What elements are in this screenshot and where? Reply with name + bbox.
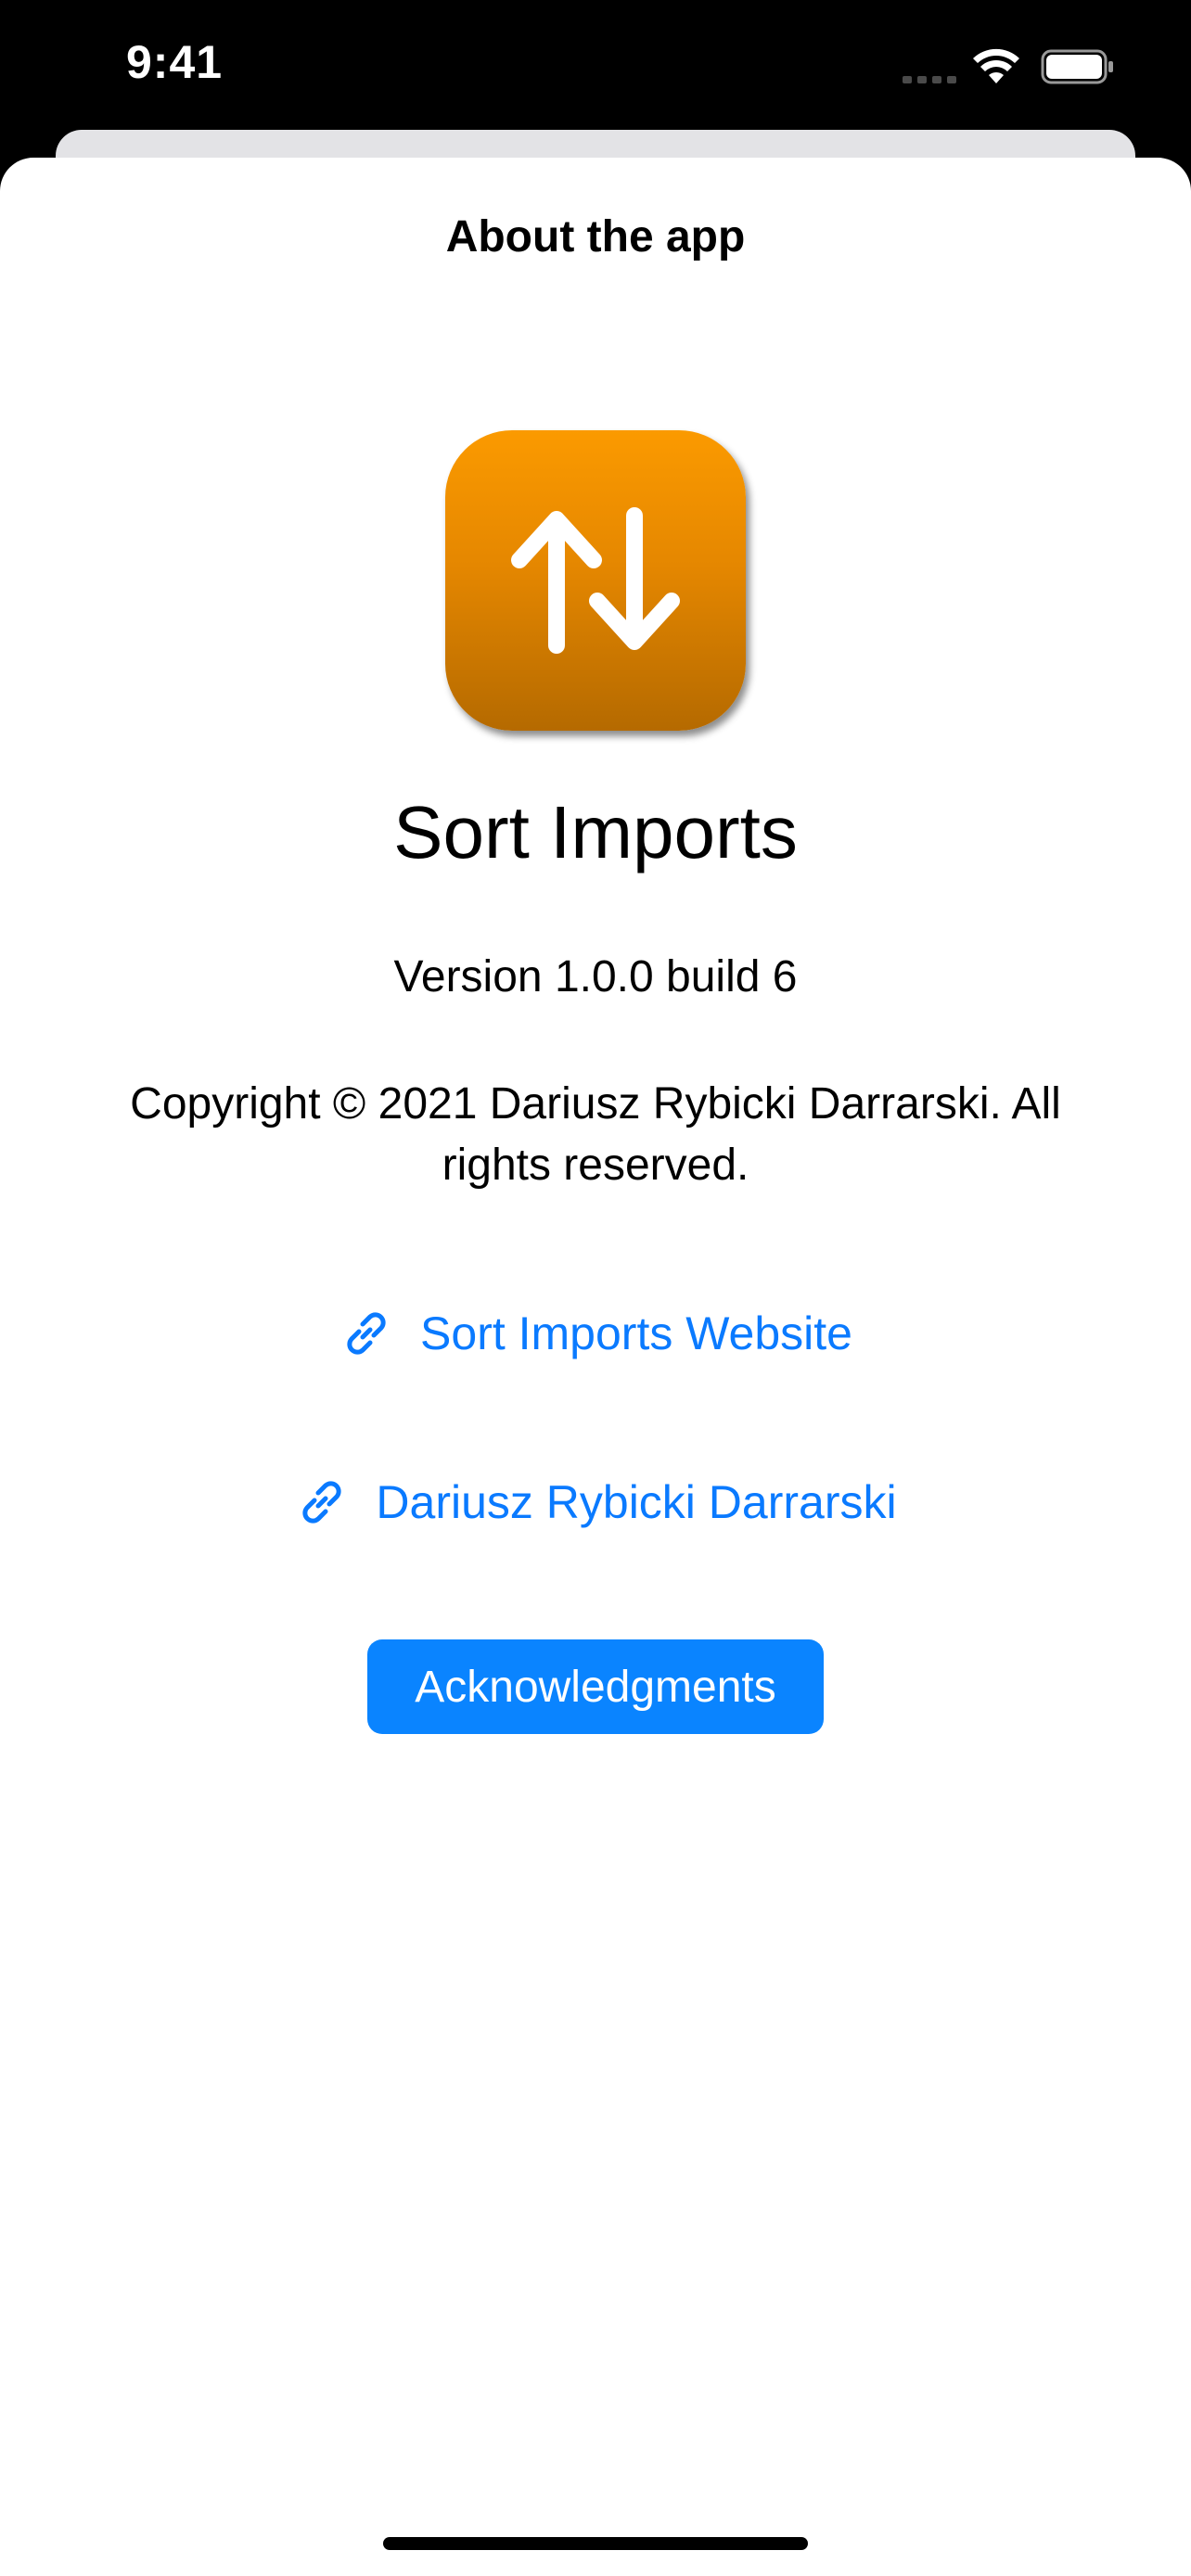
- sheet-title: About the app: [445, 212, 746, 261]
- sort-arrows-icon: [511, 507, 680, 654]
- app-name: Sort Imports: [393, 791, 798, 874]
- screen: 9:41 About the app Sort Imports Version …: [0, 0, 1191, 2576]
- author-link[interactable]: Dariusz Rybicki Darrarski: [0, 1465, 1191, 1539]
- app-icon: [445, 430, 746, 731]
- battery-icon: [1041, 49, 1113, 84]
- link-icon: [347, 1312, 386, 1355]
- about-sheet: About the app Sort Imports Version 1.0.0…: [0, 158, 1191, 2576]
- status-bar: 9:41: [0, 0, 1191, 130]
- home-indicator[interactable]: [383, 2537, 808, 2550]
- app-version: Version 1.0.0 build 6: [393, 952, 798, 1001]
- acknowledgments-button[interactable]: Acknowledgments: [367, 1639, 824, 1734]
- cellular-signal-icon: [903, 76, 956, 83]
- author-link-label: Dariusz Rybicki Darrarski: [376, 1476, 897, 1528]
- link-icon: [302, 1481, 342, 1524]
- status-time: 9:41: [126, 36, 224, 88]
- website-link-label: Sort Imports Website: [420, 1307, 852, 1359]
- copyright-text: Copyright © 2021 Dariusz Rybicki Darrars…: [130, 1079, 1061, 1190]
- website-link[interactable]: Sort Imports Website: [0, 1296, 1191, 1371]
- wifi-icon: [973, 48, 1019, 83]
